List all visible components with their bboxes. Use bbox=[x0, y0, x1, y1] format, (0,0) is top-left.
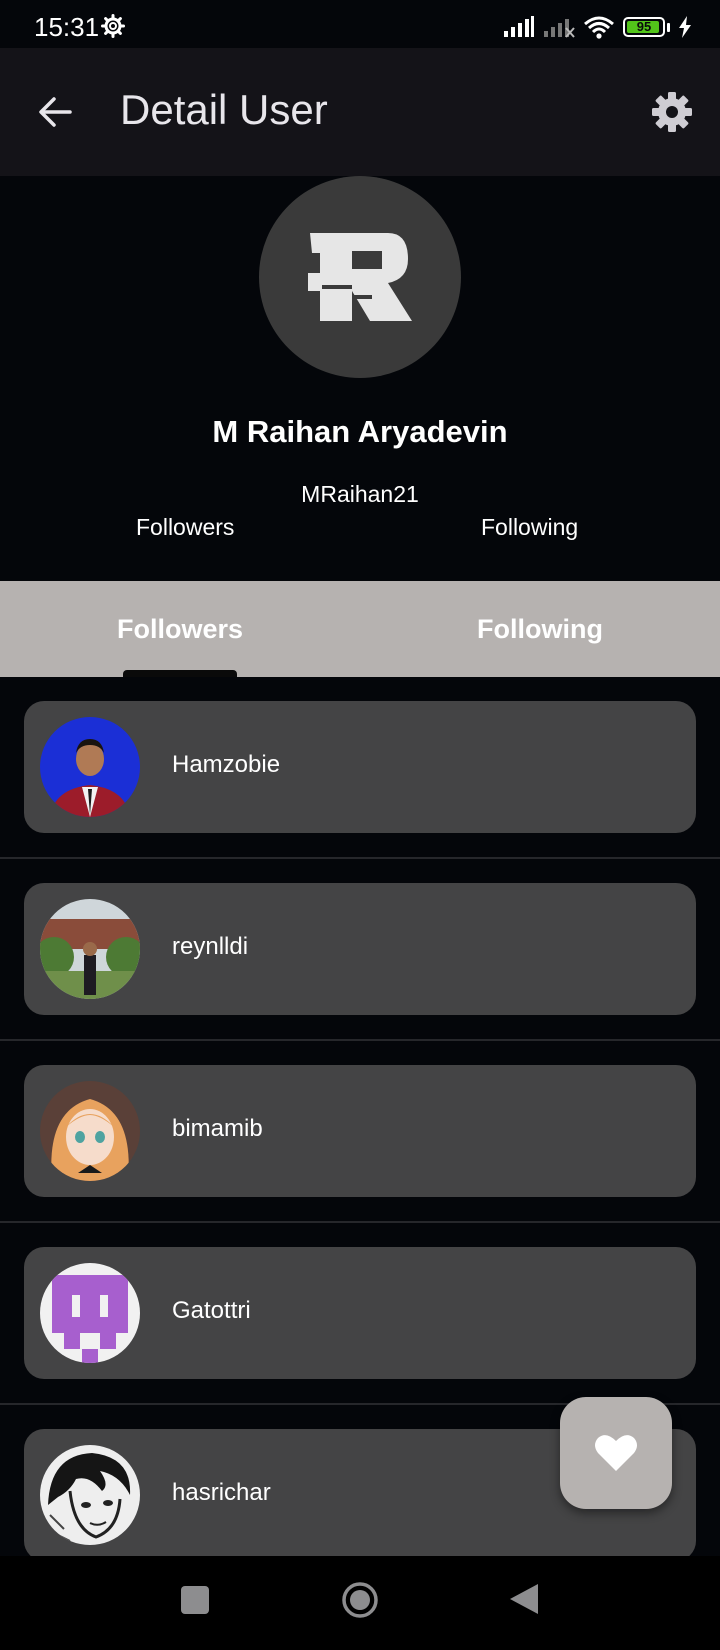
recents-square-icon[interactable] bbox=[181, 1586, 209, 1614]
list-item[interactable]: bimamib bbox=[0, 1041, 720, 1223]
heart-icon bbox=[595, 1435, 637, 1471]
gear-icon[interactable] bbox=[650, 90, 694, 134]
user-name: hasrichar bbox=[172, 1479, 271, 1506]
signal-icon bbox=[504, 16, 534, 37]
status-icons: 95 bbox=[503, 14, 692, 40]
user-card[interactable]: bimamib bbox=[24, 1065, 696, 1197]
user-full-name: M Raihan Aryadevin bbox=[212, 414, 508, 449]
status-time: 15:31 bbox=[34, 12, 100, 42]
avatar bbox=[40, 1263, 140, 1363]
user-name: reynlldi bbox=[172, 933, 249, 960]
wifi-icon bbox=[584, 16, 614, 39]
user-name: bimamib bbox=[172, 1115, 263, 1142]
charging-bolt-icon bbox=[679, 16, 691, 38]
avatar bbox=[40, 1081, 140, 1181]
battery-level: 95 bbox=[636, 19, 652, 34]
page-title: Detail User bbox=[120, 86, 328, 133]
avatar bbox=[40, 717, 140, 817]
tab-followers[interactable]: Followers bbox=[0, 581, 360, 677]
tab-following[interactable]: Following bbox=[360, 581, 720, 677]
signal-off-icon bbox=[544, 19, 575, 38]
avatar bbox=[40, 1445, 140, 1545]
profile-avatar bbox=[259, 176, 461, 378]
battery-icon: 95 bbox=[623, 17, 665, 37]
tab-bar: Followers Following bbox=[0, 581, 720, 677]
followers-count-label: Followers bbox=[136, 514, 235, 540]
app-bar: Detail User bbox=[0, 48, 720, 176]
user-name: Gatottri bbox=[172, 1297, 251, 1324]
following-count-label: Following bbox=[481, 514, 579, 540]
home-circle-icon[interactable] bbox=[341, 1581, 379, 1619]
settings-gear-icon bbox=[101, 14, 125, 38]
favorite-button[interactable] bbox=[560, 1397, 672, 1509]
list-item[interactable]: reynlldi bbox=[0, 859, 720, 1041]
user-card[interactable]: Hamzobie bbox=[24, 701, 696, 833]
avatar bbox=[40, 899, 140, 999]
back-triangle-icon[interactable] bbox=[508, 1582, 540, 1616]
user-card[interactable]: reynlldi bbox=[24, 883, 696, 1015]
list-item[interactable]: Gatottri bbox=[0, 1223, 720, 1405]
user-name: Hamzobie bbox=[172, 751, 281, 778]
battery-tip bbox=[667, 22, 670, 32]
tab-indicator bbox=[123, 670, 237, 677]
system-nav-bar bbox=[0, 1556, 720, 1650]
status-bar: 15:31 95 bbox=[0, 0, 720, 48]
avatar-r-logo bbox=[308, 233, 412, 321]
arrow-left-icon[interactable] bbox=[36, 92, 76, 132]
user-card[interactable]: Gatottri bbox=[24, 1247, 696, 1379]
user-login: MRaihan21 bbox=[301, 481, 419, 507]
list-item[interactable]: Hamzobie bbox=[0, 677, 720, 859]
